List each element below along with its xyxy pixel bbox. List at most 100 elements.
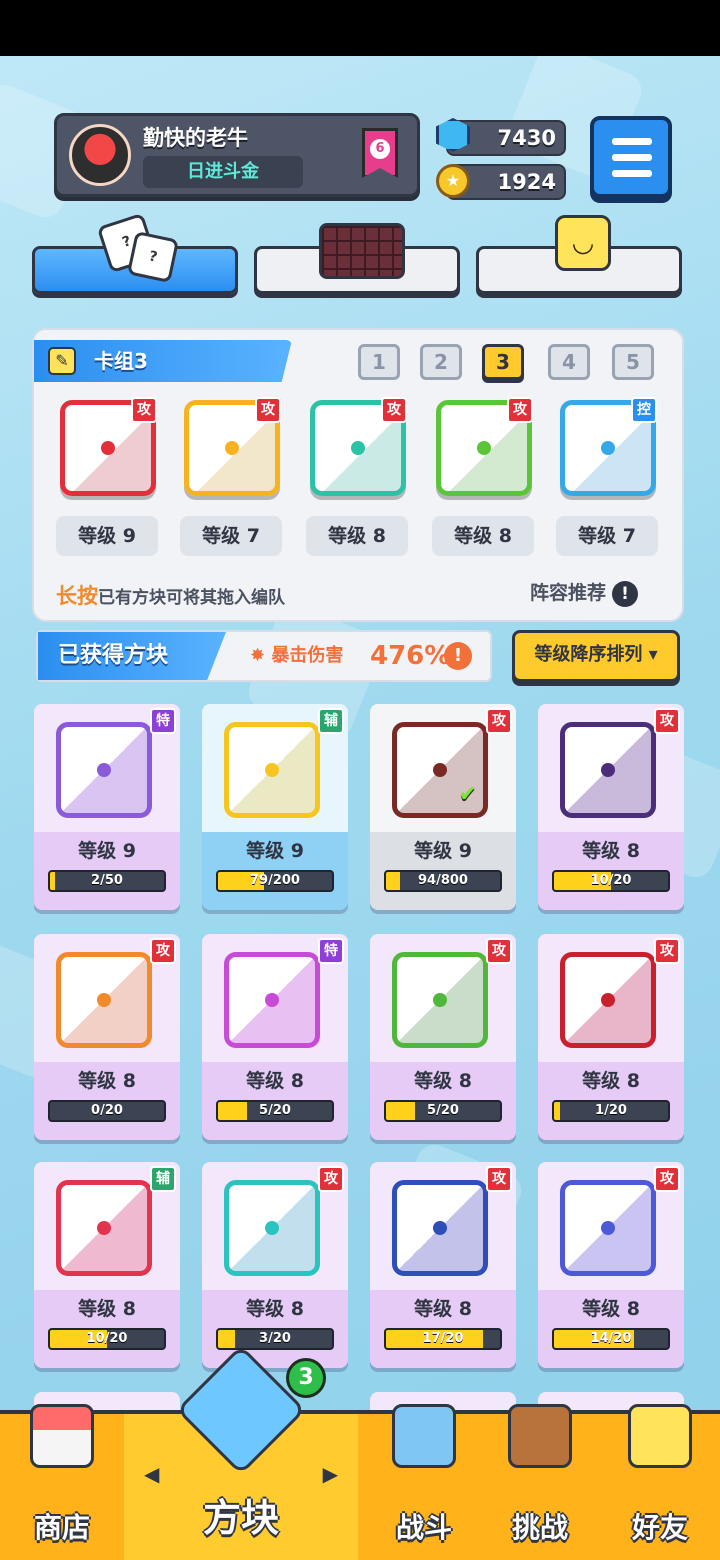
deck-number-5[interactable]: 5 [612,344,654,380]
pencil-edit-icon[interactable]: ✎ [48,347,76,375]
special-tag: 特 [150,708,176,734]
support-tag: 辅 [150,1166,176,1192]
attack-tag: 攻 [507,397,533,423]
tab-emoji[interactable]: ◡ [476,215,682,294]
block-card[interactable]: 辅 等级 8 10/20 [34,1162,180,1368]
nav-blocks[interactable]: ◀ ▶ 方块 [124,1344,358,1560]
player-profile[interactable]: 勤快的老牛 日进斗金 6 [54,113,420,197]
progress-bar: 14/20 [552,1328,670,1350]
block-card[interactable]: 攻 等级 8 1/20 [538,934,684,1140]
progress-text: 5/20 [427,1103,459,1118]
smile-face-icon: ◡ [547,215,617,279]
dice-icon: ? ? [96,212,180,284]
progress-bar: 1/20 [552,1100,670,1122]
block-card[interactable]: 特 等级 9 2/50 [34,704,180,910]
progress-bar: 5/20 [384,1100,502,1122]
block-card[interactable]: 攻 等级 8 17/20 [370,1162,516,1368]
attack-tag: 攻 [318,1166,344,1192]
block-card[interactable]: 特 等级 8 5/20 [202,934,348,1140]
challenge-sign-icon [508,1404,572,1468]
nav-battle[interactable]: 战斗 [362,1404,486,1560]
tab-dice[interactable]: ? ? [32,212,238,294]
prev-arrow-icon[interactable]: ◀ [144,1462,159,1486]
attack-tag: 攻 [255,397,281,423]
board-grid-icon [319,215,409,279]
block-card[interactable]: 攻 等级 8 3/20 [202,1162,348,1368]
nav-challenge[interactable]: 挑战 [480,1404,600,1560]
progress-text: 17/20 [422,1331,464,1346]
block-level: 等级 8 [246,1298,304,1320]
progress-text: 2/50 [91,873,123,888]
progress-text: 10/20 [590,873,632,888]
nav-friends[interactable]: 好友 [600,1404,720,1560]
avatar[interactable] [69,124,131,186]
special-tag: 特 [318,938,344,964]
deck-slot-1[interactable]: 攻 [60,397,157,496]
block-level: 等级 9 [246,840,304,862]
deck-number-3[interactable]: 3 [482,344,524,380]
info-icon: ! [612,581,639,607]
rank-number: 6 [370,139,390,159]
control-tag: 控 [631,397,657,423]
nav-challenge-label: 挑战 [511,1511,568,1544]
block-level: 等级 9 [414,840,472,862]
deck-label[interactable]: ✎ 卡组3 [34,340,292,382]
deck-slot-5[interactable]: 控 [560,397,657,496]
progress-bar: 0/20 [48,1100,166,1122]
progress-bar: 79/200 [216,870,334,892]
block-level: 等级 8 [414,1298,472,1320]
block-level: 等级 8 [78,1298,136,1320]
gem-amount: 7430 [497,126,556,150]
crit-damage-label: ✸ 暴击伤害 [250,645,344,666]
shop-icon [30,1404,94,1468]
progress-text: 10/20 [86,1331,128,1346]
crit-damage-value: 476% [370,641,451,671]
block-card[interactable]: 攻 等级 8 14/20 [538,1162,684,1368]
progress-bar: 10/20 [552,870,670,892]
progress-bar: 3/20 [216,1328,334,1350]
tab-board[interactable] [254,223,460,294]
progress-text: 79/200 [250,873,300,888]
progress-bar: 94/800 [384,870,502,892]
block-card[interactable]: 攻 等级 8 5/20 [370,934,516,1140]
attack-tag: 攻 [150,938,176,964]
nav-friends-label: 好友 [631,1511,688,1544]
next-arrow-icon[interactable]: ▶ [323,1462,338,1486]
sort-dropdown[interactable]: 等级降序排列 ▾ [512,630,680,682]
block-level: 等级 8 [246,1070,304,1092]
nav-shop[interactable]: 商店 [0,1404,124,1560]
progress-text: 3/20 [259,1331,291,1346]
crit-damage-text: 暴击伤害 [271,645,344,666]
nav-blocks-label: 方块 [202,1496,279,1540]
block-level: 等级 8 [414,1070,472,1092]
block-level: 等级 8 [582,840,640,862]
progress-text: 1/20 [595,1103,627,1118]
block-card[interactable]: 辅 等级 9 79/200 [202,704,348,910]
recommend-label: 阵容推荐 [530,582,607,604]
lineup-recommend-button[interactable]: 阵容推荐! [530,580,639,607]
attack-tag: 攻 [486,708,512,734]
drag-hint: 长按已有方块可将其拖入编队 [56,580,285,610]
deck-slot-level: 等级 9 [56,516,158,556]
deck-number-4[interactable]: 4 [548,344,590,380]
obtained-label: 已获得方块 [38,632,226,680]
nav-shop-label: 商店 [33,1511,90,1544]
block-card[interactable]: 攻 等级 8 0/20 [34,934,180,1140]
deck-panel: ✎ 卡组3 1 2 3 4 5 攻 攻 攻 攻 控 等级 9 等级 7 等级 8… [32,328,684,622]
progress-text: 5/20 [259,1103,291,1118]
deck-slot-3[interactable]: 攻 [310,397,407,496]
crit-info-icon[interactable]: ! [444,642,472,670]
menu-button[interactable] [590,116,672,198]
sword-shield-icon [392,1404,456,1468]
block-card[interactable]: ✔ 攻 等级 9 94/800 [370,704,516,910]
deck-number-2[interactable]: 2 [420,344,462,380]
deck-slot-2[interactable]: 攻 [184,397,281,496]
deck-slot-4[interactable]: 攻 [436,397,533,496]
block-card[interactable]: 攻 等级 8 10/20 [538,704,684,910]
attack-tag: 攻 [486,938,512,964]
block-level: 等级 8 [78,1070,136,1092]
deck-number-1[interactable]: 1 [358,344,400,380]
player-title: 日进斗金 [143,156,303,188]
progress-bar: 5/20 [216,1100,334,1122]
hint-emphasis: 长按 [56,584,98,608]
